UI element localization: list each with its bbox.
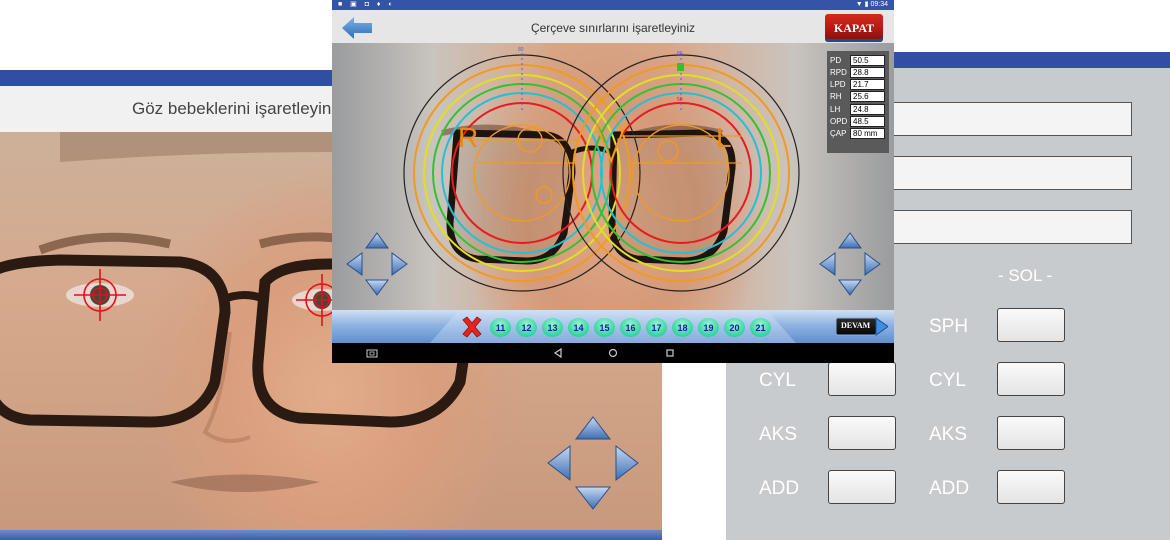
lens-size-button[interactable]: 16 xyxy=(620,318,641,337)
lens-size-button[interactable]: 17 xyxy=(646,318,667,337)
left-sph-label: SPH xyxy=(929,316,969,337)
measurement-row-lpd: LPD 21.7 xyxy=(830,79,886,91)
left-cyl-input[interactable] xyxy=(997,362,1065,396)
measurement-row-rh: RH 25.6 xyxy=(830,91,886,103)
right-cyl-label: CYL xyxy=(759,370,796,391)
move-up-icon[interactable] xyxy=(574,416,612,440)
ring-scale-ticks: 80 80 50 xyxy=(518,47,683,103)
right-aks-label: AKS xyxy=(759,424,798,445)
frame-marking-screen: ■ ▣ ◘ ♦ ◐ ▼ ▮ 09:34 Çerçeve sınırlarını … xyxy=(332,0,894,363)
svg-text:80: 80 xyxy=(677,51,683,57)
right-cyl-input[interactable] xyxy=(828,362,896,396)
frame-right-icon[interactable] xyxy=(864,252,881,276)
frame-overlay: 80 80 50 R L xyxy=(403,47,800,292)
svg-text:50: 50 xyxy=(677,97,683,103)
rh-value: 25.6 xyxy=(850,91,885,103)
patient-field-1[interactable] xyxy=(876,102,1132,136)
measurement-row-rpd: RPD 28.8 xyxy=(830,66,886,78)
right-direction-pad xyxy=(819,232,881,296)
frame-down-icon[interactable] xyxy=(365,279,389,296)
lens-size-button[interactable]: 14 xyxy=(568,318,589,337)
lens-size-button[interactable]: 18 xyxy=(672,318,693,337)
measurement-panel: PD 50.5 RPD 28.8 LPD 21.7 RH 25.6 LH 24.8 OPD… xyxy=(827,51,889,153)
left-add-label: ADD xyxy=(929,478,970,499)
status-bar: ■ ▣ ◘ ♦ ◐ ▼ ▮ 09:34 xyxy=(332,0,894,10)
svg-text:80: 80 xyxy=(518,47,524,53)
measurement-row-lh: LH 24.8 xyxy=(830,103,886,115)
frame-left-icon[interactable] xyxy=(346,252,363,276)
cap-value: 80 mm xyxy=(850,128,885,140)
measurement-row-cap: ÇAP 80 mm xyxy=(830,128,886,140)
measurement-label: LPD xyxy=(830,80,846,90)
measurement-label: LH xyxy=(830,104,841,114)
measurement-label: RPD xyxy=(830,67,847,77)
right-add-input[interactable] xyxy=(828,470,896,504)
measurement-row-opd: OPD 48.5 xyxy=(830,115,886,127)
frame-right-icon[interactable] xyxy=(391,252,408,276)
patient-field-2[interactable] xyxy=(876,156,1132,190)
frame-down-icon[interactable] xyxy=(838,279,862,296)
left-aks-input[interactable] xyxy=(997,416,1065,450)
left-aks-label: AKS xyxy=(929,424,968,445)
right-pupil-marker-icon[interactable] xyxy=(74,269,126,321)
measurement-row-pd: PD 50.5 xyxy=(830,54,886,66)
clear-x-icon[interactable] xyxy=(460,315,484,339)
frame-title-bar: Çerçeve sınırlarını işaretleyiniz KAPAT xyxy=(332,10,894,43)
frame-left-icon[interactable] xyxy=(819,252,836,276)
lens-size-button[interactable]: 15 xyxy=(594,318,615,337)
screenshot-icon[interactable] xyxy=(365,346,379,360)
left-lens-letter: L xyxy=(716,122,732,153)
measurement-label: ÇAP xyxy=(830,129,847,139)
nav-home-icon[interactable] xyxy=(606,346,620,360)
lens-size-button[interactable]: 13 xyxy=(542,318,563,337)
frame-bottom-toolbar: 11 12 13 14 15 16 17 18 19 20 21 DEVAM xyxy=(332,310,894,343)
move-left-icon[interactable] xyxy=(547,444,571,482)
lens-size-button[interactable]: 20 xyxy=(724,318,745,337)
status-clock: ▼ ▮ 09:34 xyxy=(855,1,888,8)
right-aks-input[interactable] xyxy=(828,416,896,450)
left-eye-header: - SOL - xyxy=(998,266,1053,285)
continue-button[interactable]: DEVAM xyxy=(835,316,889,337)
lh-value: 24.8 xyxy=(850,103,885,115)
left-cyl-label: CYL xyxy=(929,370,966,391)
move-down-icon[interactable] xyxy=(574,486,612,510)
frame-up-icon[interactable] xyxy=(838,232,862,249)
nav-recents-icon[interactable] xyxy=(663,346,677,360)
nav-back-icon[interactable] xyxy=(551,346,565,360)
lens-size-button[interactable]: 12 xyxy=(516,318,537,337)
frame-title: Çerçeve sınırlarını işaretleyiniz xyxy=(530,21,696,35)
pd-value: 50.5 xyxy=(850,54,885,66)
move-right-icon[interactable] xyxy=(615,444,639,482)
lens-size-button[interactable]: 21 xyxy=(750,318,771,337)
lens-size-button[interactable]: 19 xyxy=(698,318,719,337)
right-lens-letter: R xyxy=(458,122,478,153)
lpd-value: 21.7 xyxy=(850,79,885,91)
opd-value: 48.5 xyxy=(850,115,885,127)
left-add-input[interactable] xyxy=(997,470,1065,504)
right-add-label: ADD xyxy=(759,478,800,499)
bottom-toolbar-edge xyxy=(0,530,662,540)
measurement-label: RH xyxy=(830,92,842,102)
back-arrow-icon[interactable] xyxy=(342,17,372,39)
android-nav-bar xyxy=(332,343,894,363)
left-sph-input[interactable] xyxy=(997,308,1065,342)
measurement-label: OPD xyxy=(830,116,848,126)
measurement-label: PD xyxy=(830,55,842,65)
close-button[interactable]: KAPAT xyxy=(825,14,883,42)
patient-field-3[interactable] xyxy=(876,210,1132,244)
pupil-direction-pad xyxy=(547,416,639,510)
left-direction-pad xyxy=(346,232,408,296)
continue-label: DEVAM xyxy=(841,321,871,330)
rpd-value: 28.8 xyxy=(850,66,885,78)
status-notification-icons: ■ ▣ ◘ ♦ ◐ xyxy=(338,1,396,8)
frame-up-icon[interactable] xyxy=(365,232,389,249)
lens-size-button[interactable]: 11 xyxy=(490,318,511,337)
pupil-title: Göz bebeklerini işaretleyiniz xyxy=(132,99,344,118)
